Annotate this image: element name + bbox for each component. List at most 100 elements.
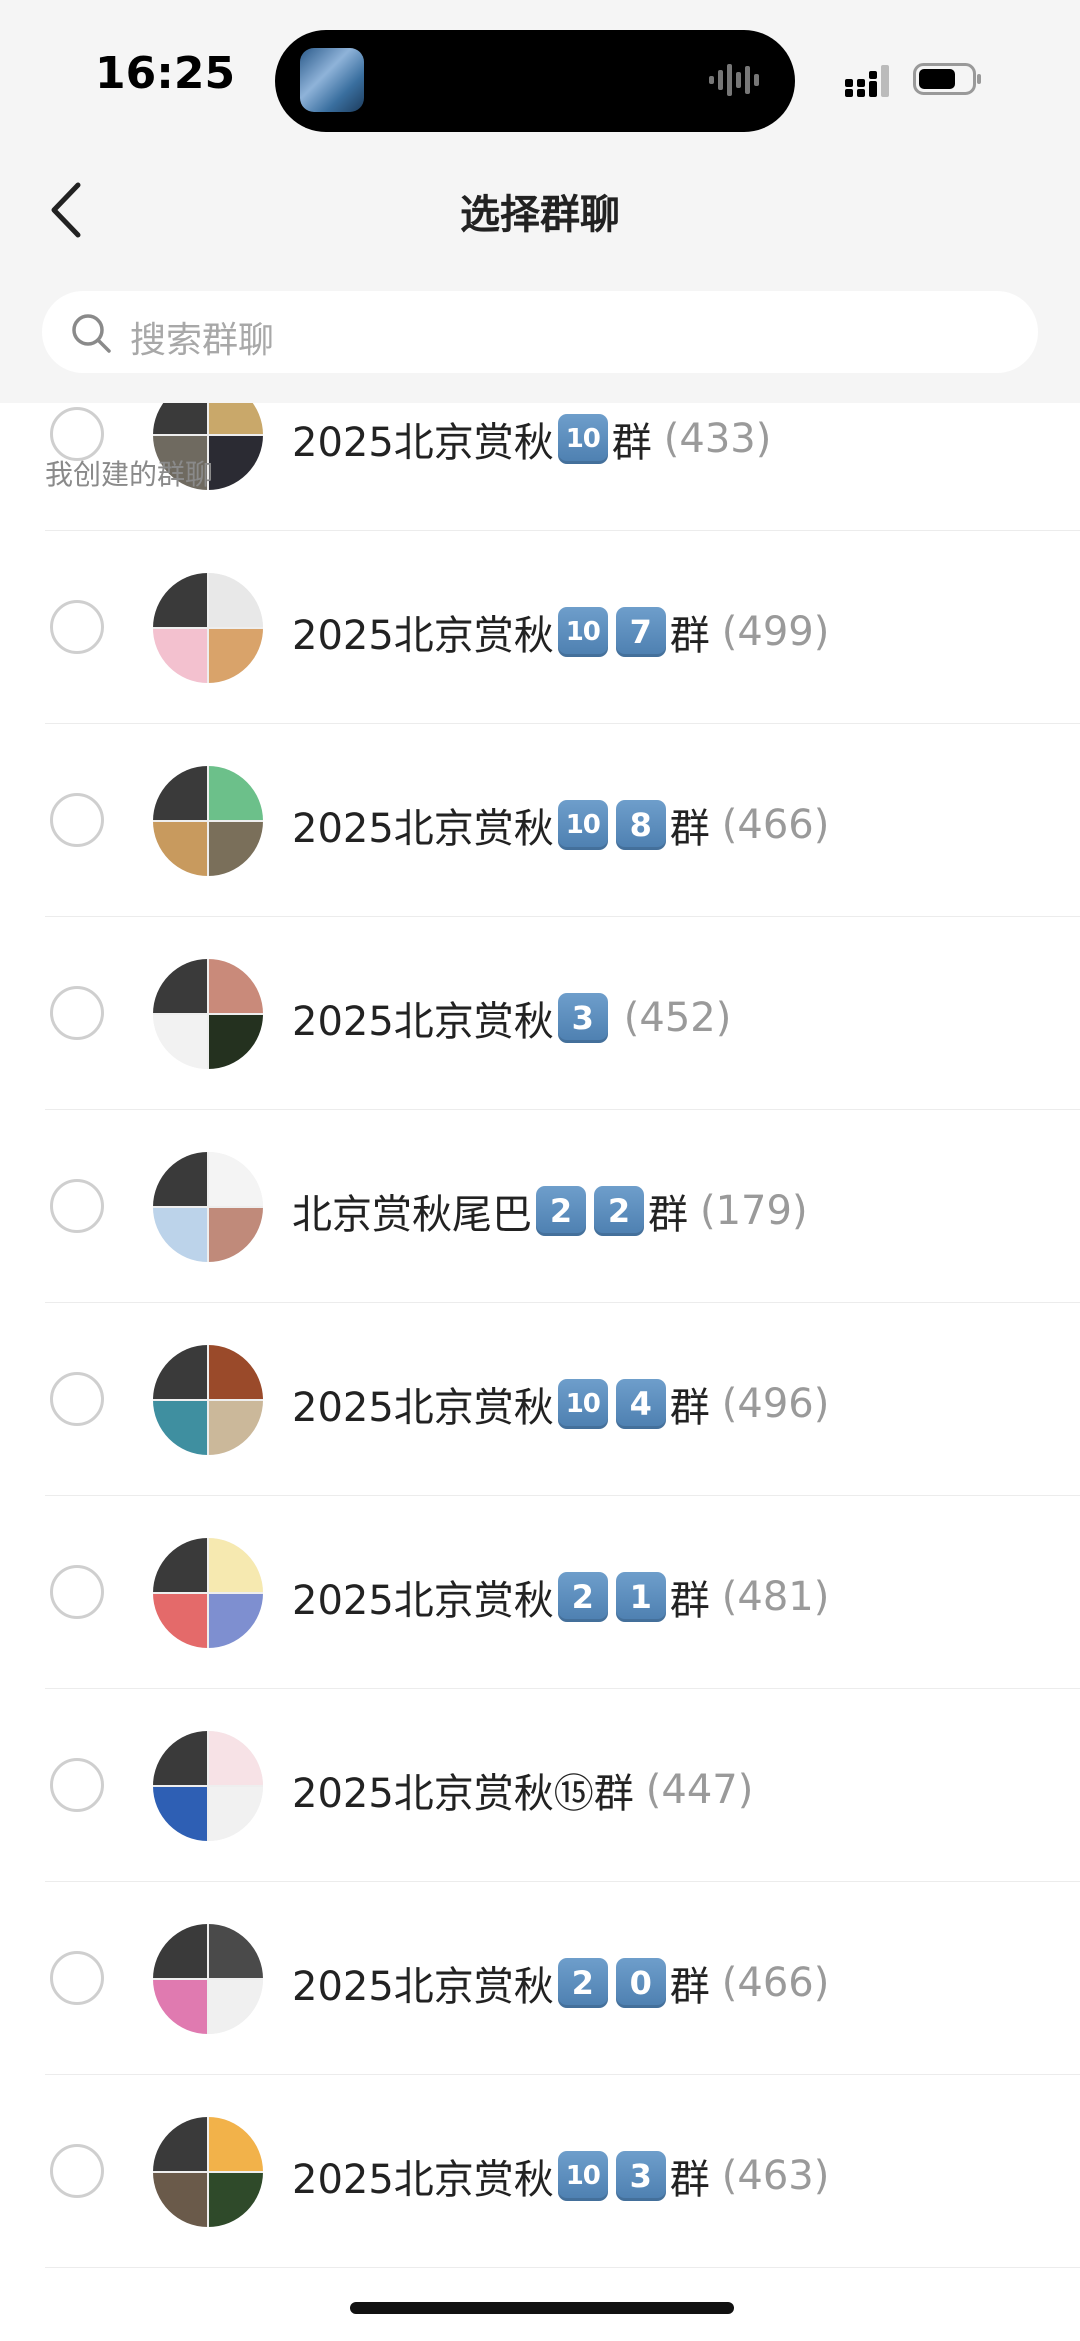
avatar-tile xyxy=(153,1152,207,1206)
avatar-tile xyxy=(153,1924,207,1978)
avatar-tile xyxy=(209,1538,263,1592)
select-radio-button[interactable] xyxy=(50,600,104,654)
avatar-tile xyxy=(153,2117,207,2171)
member-count: (452) xyxy=(623,995,732,1041)
number-badge-icon: 10 xyxy=(557,1379,608,1429)
group-avatar xyxy=(153,2117,263,2227)
group-name-suffix: 群 xyxy=(669,806,710,852)
member-count: (179) xyxy=(700,1188,808,1234)
avatar-tile xyxy=(153,1538,207,1592)
section-label-my-groups: 我创建的群聊 xyxy=(45,458,214,491)
avatar-tile xyxy=(153,822,207,876)
number-badge-icon: 7 xyxy=(615,607,666,657)
cellular-signal-icon xyxy=(845,65,889,97)
group-row[interactable]: 2025北京赏秋⑮群 (447) xyxy=(0,1689,1080,1882)
member-count: (481) xyxy=(721,1574,830,1620)
group-row[interactable]: 2025北京赏秋 10 3 群 (463) xyxy=(0,2075,1080,2268)
number-badge-icon: 10 xyxy=(557,2151,608,2201)
avatar-tile xyxy=(209,1980,263,2034)
number-badge-icon: 8 xyxy=(615,800,666,850)
audio-wave-icon xyxy=(709,64,759,96)
group-avatar xyxy=(153,766,263,876)
number-badge-icon: 3 xyxy=(615,2151,666,2201)
group-row[interactable]: 2025北京赏秋 3 (452) xyxy=(0,917,1080,1110)
group-name-suffix: 群 xyxy=(669,1578,710,1624)
avatar-tile xyxy=(209,1015,263,1069)
member-count: (463) xyxy=(721,2153,830,2199)
group-name: 2025北京赏秋 xyxy=(292,999,554,1045)
member-count: (466) xyxy=(721,1960,830,2006)
group-avatar xyxy=(153,1152,263,1262)
number-badge-icon: 10 xyxy=(557,800,608,850)
group-row[interactable]: 2025北京赏秋 10 8 群 (466) xyxy=(0,724,1080,917)
avatar-tile xyxy=(153,1731,207,1785)
search-input[interactable]: 搜索群聊 xyxy=(42,291,1038,373)
avatar-tile xyxy=(209,1594,263,1648)
group-avatar xyxy=(153,1538,263,1648)
avatar-tile xyxy=(153,1015,207,1069)
group-row[interactable]: 北京赏秋尾巴 2 2 群 (179) xyxy=(0,1110,1080,1303)
status-time: 16:25 xyxy=(95,48,236,99)
group-title: 2025北京赏秋 10 7 群 (499) xyxy=(292,603,829,661)
number-badge-icon: 1 xyxy=(615,1572,666,1622)
home-indicator[interactable] xyxy=(350,2302,734,2314)
number-badge-icon: 0 xyxy=(615,1958,666,2008)
select-radio-button[interactable] xyxy=(50,793,104,847)
avatar-tile xyxy=(209,1345,263,1399)
group-name: 2025北京赏秋 xyxy=(292,613,554,659)
avatar-tile xyxy=(209,436,263,490)
group-name: 2025北京赏秋 xyxy=(292,2157,554,2203)
dynamic-island[interactable] xyxy=(275,30,795,132)
group-name: 2025北京赏秋 xyxy=(292,420,554,466)
group-name: 2025北京赏秋 xyxy=(292,1964,554,2010)
page-title: 选择群聊 xyxy=(460,192,620,238)
number-badge-icon: 4 xyxy=(615,1379,666,1429)
avatar-tile xyxy=(153,959,207,1013)
member-count: (447) xyxy=(645,1767,754,1813)
number-badge-icon: 10 xyxy=(557,607,608,657)
avatar-tile xyxy=(209,403,263,434)
avatar-tile xyxy=(209,1787,263,1841)
select-radio-button[interactable] xyxy=(50,1951,104,2005)
number-badge-icon: 2 xyxy=(536,1186,586,1236)
select-radio-button[interactable] xyxy=(50,2144,104,2198)
avatar-tile xyxy=(209,629,263,683)
avatar-tile xyxy=(209,1924,263,1978)
group-row[interactable]: 2025北京赏秋 2 0 群 (466) xyxy=(0,1882,1080,2075)
now-playing-thumbnail xyxy=(300,48,364,112)
select-radio-button[interactable] xyxy=(50,1179,104,1233)
number-badge-icon: 3 xyxy=(557,993,608,1043)
avatar-tile xyxy=(209,1731,263,1785)
search-icon xyxy=(72,314,111,353)
member-count: (496) xyxy=(721,1381,830,1427)
avatar-tile xyxy=(153,1208,207,1262)
status-bar: 16:25 xyxy=(0,0,1080,150)
group-row[interactable]: 2025北京赏秋 10 7 群 (499) xyxy=(0,531,1080,724)
group-name-suffix: 群 xyxy=(669,613,710,659)
member-count: (433) xyxy=(663,416,772,462)
avatar-tile xyxy=(153,1594,207,1648)
group-row[interactable]: 2025北京赏秋 2 1 群 (481) xyxy=(0,1496,1080,1689)
group-title: 2025北京赏秋 3 (452) xyxy=(292,989,731,1047)
member-count: (466) xyxy=(721,802,830,848)
number-badge-icon: 2 xyxy=(594,1186,644,1236)
group-avatar xyxy=(153,959,263,1069)
avatar-tile xyxy=(153,1345,207,1399)
avatar-tile xyxy=(153,629,207,683)
group-list[interactable]: 2025北京赏秋 10 群 (433) 2025北京赏秋 10 7 群 (499) 2025北京赏… xyxy=(0,403,1080,2341)
select-radio-button[interactable] xyxy=(50,986,104,1040)
avatar-tile xyxy=(153,573,207,627)
member-count: (499) xyxy=(721,609,830,655)
select-radio-button[interactable] xyxy=(50,1758,104,1812)
group-title: 2025北京赏秋 10 4 群 (496) xyxy=(292,1375,829,1433)
avatar-tile xyxy=(209,1208,263,1262)
select-radio-button[interactable] xyxy=(50,1565,104,1619)
avatar-tile xyxy=(153,1401,207,1455)
group-row[interactable]: 2025北京赏秋 10 4 群 (496) xyxy=(0,1303,1080,1496)
group-name-suffix: 群 xyxy=(611,420,652,466)
select-radio-button[interactable] xyxy=(50,1372,104,1426)
avatar-tile xyxy=(209,959,263,1013)
group-title: 2025北京赏秋 10 3 群 (463) xyxy=(292,2147,829,2205)
number-badge-icon: 2 xyxy=(557,1572,608,1622)
group-name-suffix: 群 xyxy=(648,1192,688,1238)
